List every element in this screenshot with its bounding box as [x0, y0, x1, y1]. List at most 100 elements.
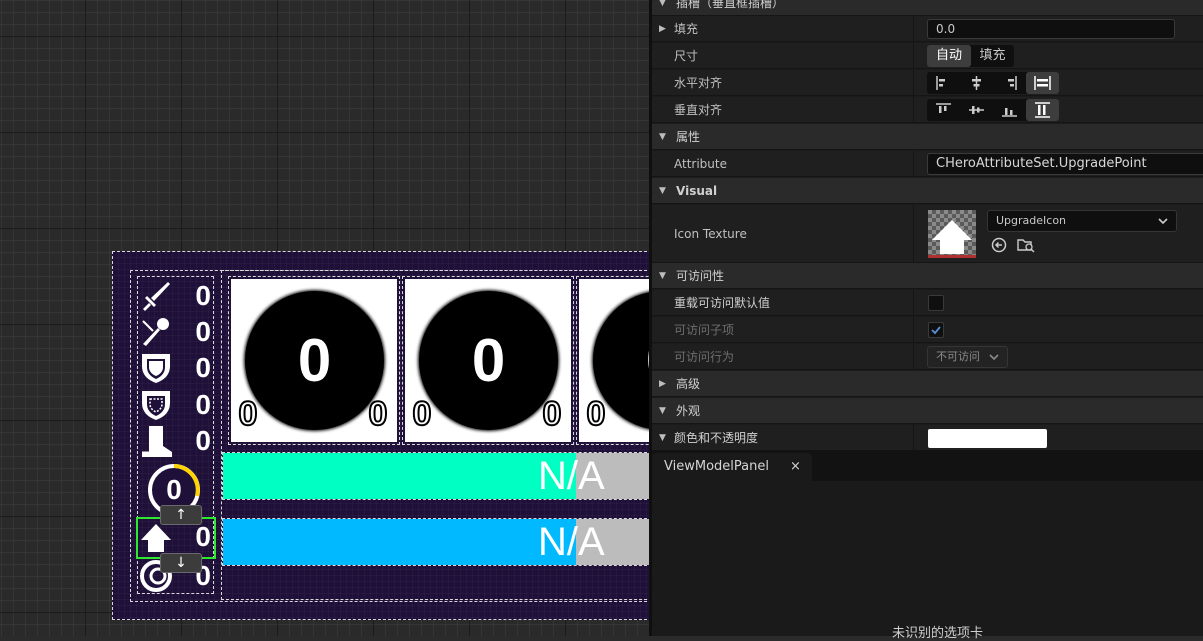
stat-row-magic[interactable]: 0 [137, 314, 214, 350]
align-top-icon[interactable] [927, 99, 960, 121]
align-center-icon[interactable] [960, 72, 993, 94]
collapse-arrow-icon[interactable]: ▼ [659, 263, 666, 289]
section-advanced[interactable]: ▶ 高级 [652, 371, 1203, 397]
texture-asset-dropdown[interactable]: UpgradeIcon [987, 210, 1177, 232]
collapse-arrow-icon[interactable]: ▼ [659, 124, 666, 150]
collapse-arrow-icon[interactable]: ▼ [659, 178, 666, 204]
row-override-accessible: 重载可访问默认值 [652, 290, 1203, 316]
size-segmented-control: 自动 填充 [927, 45, 1014, 67]
section-accessibility[interactable]: ▼ 可访问性 [652, 263, 1203, 289]
column-divider[interactable] [913, 425, 914, 450]
column-divider[interactable] [913, 344, 914, 369]
card-outline [576, 276, 649, 445]
row-label: 重载可访问默认值 [674, 296, 771, 310]
section-label: Visual [676, 184, 718, 198]
column-divider[interactable] [913, 290, 914, 315]
close-icon[interactable]: × [790, 453, 801, 481]
expand-arrow-icon[interactable]: ▶ [659, 371, 666, 397]
section-appearance[interactable]: ▼ 外观 [652, 398, 1203, 424]
stat-row-attack[interactable]: 0 [137, 278, 214, 314]
row-label: 填充 [674, 22, 699, 36]
row-label: 尺寸 [674, 49, 699, 63]
h-align-segmented-control [927, 72, 1059, 94]
column-divider[interactable] [913, 151, 914, 176]
section-label: 属性 [676, 130, 701, 144]
card-outline [228, 276, 400, 445]
align-bottom-icon[interactable] [993, 99, 1026, 121]
section-attributes[interactable]: ▼ 属性 [652, 124, 1203, 150]
collapse-arrow-icon[interactable]: ▼ [659, 425, 666, 451]
move-up-button[interactable]: ↑ [160, 505, 202, 525]
stat-value: 0 [195, 352, 211, 383]
column-divider[interactable] [913, 43, 914, 68]
staff-icon [142, 318, 169, 346]
tab-label: ViewModelPanel [664, 459, 769, 474]
section-label: 可访问性 [676, 269, 725, 283]
column-divider[interactable] [913, 317, 914, 342]
row-icon-texture: Icon Texture UpgradeIcon [652, 205, 1203, 263]
chevron-down-icon [1158, 218, 1168, 225]
row-color-opacity: ▼ 颜色和不透明度 [652, 425, 1203, 451]
use-selected-asset-icon[interactable] [991, 237, 1007, 253]
row-accessible-behavior: 可访问行为 不可访问 [652, 344, 1203, 370]
accessible-behavior-dropdown[interactable]: 不可访问 [927, 346, 1008, 368]
tab-bar: ViewModelPanel × [652, 450, 1203, 481]
section-label: 插槽（垂直框插槽） [676, 0, 785, 10]
texture-asset-name: UpgradeIcon [996, 214, 1067, 227]
padding-input[interactable]: 0.0 [927, 19, 1175, 39]
browse-asset-icon[interactable] [1017, 237, 1035, 253]
row-padding: ▶ 填充 0.0 [652, 16, 1203, 42]
accessible-children-checkbox[interactable] [928, 322, 944, 338]
row-label: 垂直对齐 [674, 103, 723, 117]
row-vertical-align: 垂直对齐 [652, 97, 1203, 123]
bar-outline [222, 452, 649, 500]
align-fill-icon[interactable] [1026, 72, 1059, 94]
texture-thumbnail[interactable] [928, 210, 976, 258]
align-fill-vertical-icon[interactable] [1026, 99, 1059, 121]
move-down-button[interactable]: ↓ [160, 553, 202, 573]
column-divider[interactable] [913, 16, 914, 41]
bar-outline [222, 518, 649, 566]
stat-row-armor[interactable]: 0 [137, 350, 214, 386]
row-label: 水平对齐 [674, 76, 723, 90]
section-slot[interactable]: ▼ 插槽（垂直框插槽） [652, 0, 1203, 16]
stat-row-speed[interactable]: 0 [137, 423, 214, 459]
chevron-down-icon [989, 354, 999, 361]
accessible-behavior-value: 不可访问 [936, 350, 980, 363]
v-align-segmented-control [927, 99, 1059, 121]
expand-arrow-icon[interactable]: ▶ [659, 16, 666, 42]
stat-row-magic-resist[interactable]: 0 [137, 387, 214, 423]
size-auto-button[interactable]: 自动 [927, 45, 971, 67]
section-label: 高级 [676, 377, 701, 391]
row-attribute: Attribute CHeroAttributeSet.UpgradePoint [652, 151, 1203, 177]
row-label: Attribute [674, 157, 727, 171]
magic-shield-icon [142, 391, 170, 420]
row-label: 可访问行为 [674, 350, 735, 364]
row-accessible-children: 可访问子项 [652, 317, 1203, 343]
section-visual[interactable]: ▼ Visual [652, 178, 1203, 204]
color-swatch[interactable] [928, 429, 1047, 448]
row-size: 尺寸 自动 填充 [652, 43, 1203, 69]
attribute-input[interactable]: CHeroAttributeSet.UpgradePoint [927, 153, 1203, 175]
designer-canvas[interactable]: 0 0 0 0 0 0 0 0 ↑ ↓ 0 0 0 0 0 0 0 N/A N/… [0, 0, 649, 636]
sword-icon [143, 282, 170, 311]
stat-value: 0 [195, 280, 211, 311]
align-middle-icon[interactable] [960, 99, 993, 121]
section-label: 外观 [676, 404, 701, 418]
stat-value: 0 [195, 389, 211, 420]
collapse-arrow-icon[interactable]: ▼ [659, 0, 666, 16]
boot-icon [142, 426, 172, 457]
align-right-icon[interactable] [993, 72, 1026, 94]
size-fill-button[interactable]: 填充 [971, 45, 1014, 67]
unrecognized-tab-message: 未识别的选项卡 [892, 626, 984, 641]
stat-value: 0 [195, 316, 211, 347]
align-left-icon[interactable] [927, 72, 960, 94]
view-model-panel: ViewModelPanel × 未识别的选项卡 [649, 450, 1203, 641]
collapse-arrow-icon[interactable]: ▼ [659, 398, 666, 424]
column-divider[interactable] [913, 205, 914, 262]
column-divider[interactable] [913, 70, 914, 95]
column-divider[interactable] [913, 97, 914, 122]
details-panel: ▼ 插槽（垂直框插槽） ▶ 填充 0.0 尺寸 自动 填充 水平对齐 垂直对齐 [649, 0, 1203, 451]
tab-view-model-panel[interactable]: ViewModelPanel × [652, 453, 812, 481]
override-accessible-checkbox[interactable] [928, 295, 944, 311]
